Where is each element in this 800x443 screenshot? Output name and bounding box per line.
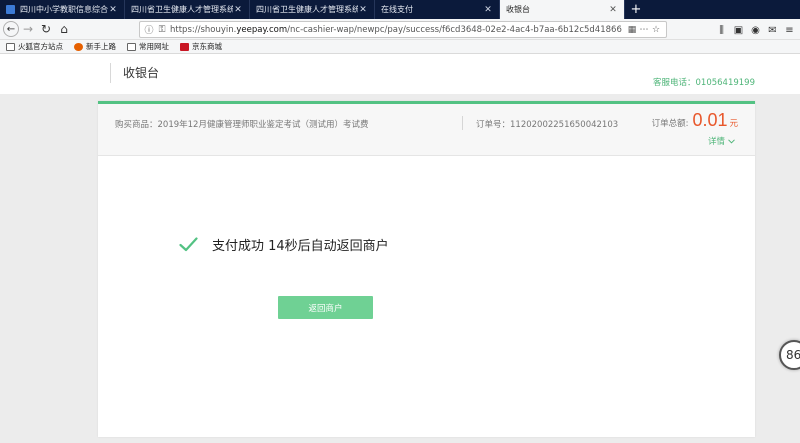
site-favicon-icon <box>6 5 15 14</box>
account-icon[interactable]: ◉ <box>747 21 764 39</box>
qr-code-icon[interactable]: ▦ <box>626 25 638 35</box>
forward-arrow-icon[interactable]: → <box>19 20 37 38</box>
page-header: 收银台 客服电话：01056419199 <box>0 54 800 94</box>
home-icon[interactable]: ⌂ <box>55 20 73 38</box>
tab-close-icon[interactable]: ✕ <box>358 5 368 15</box>
order-divider <box>462 116 463 130</box>
page-actions-icon[interactable]: ⋯ <box>638 25 650 35</box>
order-goods: 购买商品：2019年12月健康管理师职业鉴定考试（测试用）考试费 <box>115 120 369 130</box>
back-arrow-icon[interactable]: ← <box>3 21 19 37</box>
bookmark-label: 京东商城 <box>192 42 222 51</box>
return-merchant-button[interactable]: 返回商户 <box>278 296 373 319</box>
tab-1[interactable]: 四川省卫生健康人才管理系统 ✕ <box>125 0 250 19</box>
tab-4[interactable]: 收银台 ✕ <box>500 0 625 19</box>
chevron-down-icon <box>728 138 735 144</box>
menu-icon[interactable]: ≡ <box>781 21 798 39</box>
bookmark-star-icon[interactable]: ☆ <box>650 25 662 35</box>
amount-value: 0.01 <box>692 110 728 130</box>
details-label: 详情 <box>707 137 725 147</box>
reload-icon[interactable]: ↻ <box>37 20 55 38</box>
amount-unit: 元 <box>729 119 738 129</box>
tab-close-icon[interactable]: ✕ <box>608 5 618 15</box>
tab-title: 四川省卫生健康人才管理系统 <box>256 5 358 14</box>
bookmark-item[interactable]: 新手上路 <box>74 41 116 52</box>
tab-close-icon[interactable]: ✕ <box>233 5 243 15</box>
nav-bar: ← → ↻ ⌂ ⓘ ⚿ https://shouyin.yeepay.com/n… <box>0 19 800 40</box>
new-tab-button[interactable]: + <box>625 0 647 19</box>
tab-title: 四川省卫生健康人才管理系统 <box>131 5 233 14</box>
floating-badge[interactable]: 86 <box>779 340 800 370</box>
order-amount: 订单总额: 0.01 元 <box>652 110 738 131</box>
details-toggle[interactable]: 详情 <box>708 135 735 147</box>
bookmark-label: 常用网址 <box>139 42 169 51</box>
bookmark-label: 火狐官方站点 <box>18 42 63 51</box>
tab-3[interactable]: 在线支付 ✕ <box>375 0 500 19</box>
chat-icon[interactable]: ✉ <box>764 21 781 39</box>
header-divider <box>110 63 111 83</box>
tab-title: 在线支付 <box>381 5 413 14</box>
success-message: 支付成功 14秒后自动返回商户 <box>212 239 389 254</box>
check-icon <box>179 237 198 252</box>
lock-icon[interactable]: ⚿ <box>157 25 167 35</box>
service-phone: 客服电话：01056419199 <box>653 78 755 88</box>
bookmark-item[interactable]: 京东商城 <box>180 41 222 52</box>
order-summary: 购买商品：2019年12月健康管理师职业鉴定考试（测试用）考试费 订单号：112… <box>98 104 755 156</box>
url-text[interactable]: https://shouyin.yeepay.com/nc-cashier-wa… <box>170 25 626 35</box>
folder-icon <box>6 42 15 51</box>
info-icon[interactable]: ⓘ <box>144 23 154 36</box>
firefox-icon <box>74 42 83 51</box>
bookmark-label: 新手上路 <box>86 42 116 51</box>
page-title: 收银台 <box>123 66 160 80</box>
tab-title: 收银台 <box>506 5 530 14</box>
jd-icon <box>180 42 189 51</box>
folder-icon <box>127 42 136 51</box>
url-bar[interactable]: ⓘ ⚿ https://shouyin.yeepay.com/nc-cashie… <box>139 21 667 38</box>
tab-0[interactable]: 四川中小学教职信息综合管理平台 ✕ <box>0 0 125 19</box>
page-content: 收银台 客服电话：01056419199 购买商品：2019年12月健康管理师职… <box>0 54 800 443</box>
tab-2[interactable]: 四川省卫生健康人才管理系统 ✕ <box>250 0 375 19</box>
payment-card: 购买商品：2019年12月健康管理师职业鉴定考试（测试用）考试费 订单号：112… <box>98 101 755 437</box>
bookmark-item[interactable]: 火狐官方站点 <box>6 41 63 52</box>
bookmarks-bar: 火狐官方站点 新手上路 常用网址 京东商城 <box>0 40 800 54</box>
library-icon[interactable]: ⫼ <box>713 21 730 39</box>
order-number: 订单号：1120200225165004210​3 <box>476 120 619 130</box>
tab-close-icon[interactable]: ✕ <box>483 5 493 15</box>
tab-close-icon[interactable]: ✕ <box>108 5 118 15</box>
tab-title: 四川中小学教职信息综合管理平台 <box>20 5 108 14</box>
bookmark-item[interactable]: 常用网址 <box>127 41 169 52</box>
amount-label: 订单总额: <box>651 119 689 129</box>
sidebar-icon[interactable]: ▣ <box>730 21 747 39</box>
toolbar-right: ⫼ ▣ ◉ ✉ ≡ <box>713 21 798 39</box>
tab-strip: 四川中小学教职信息综合管理平台 ✕ 四川省卫生健康人才管理系统 ✕ 四川省卫生健… <box>0 0 800 19</box>
